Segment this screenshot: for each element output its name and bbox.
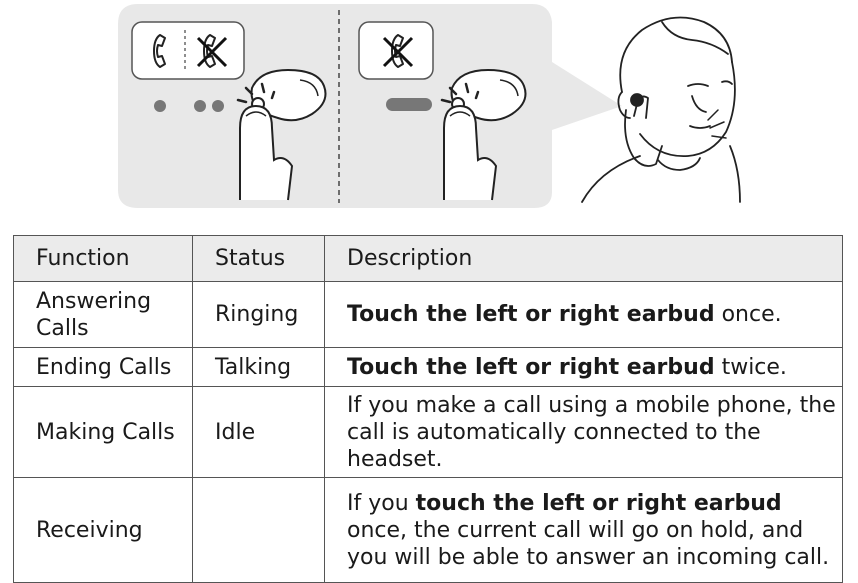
description-text: once, the current call will go on hold, … <box>347 517 830 570</box>
answer-call-icons <box>131 21 245 80</box>
status-cell: Idle <box>192 386 325 478</box>
status-cell: Ringing <box>192 281 325 348</box>
description-cell: Touch the left or right earbud twice. <box>324 347 843 387</box>
header-function: Function <box>13 235 193 282</box>
call-function-table: Function Status Description Answering Ca… <box>13 235 843 583</box>
table-row: Answering Calls Ringing Touch the left o… <box>13 281 843 348</box>
description-bold: Touch the left or right earbud <box>347 354 715 380</box>
description-text: twice. <box>714 354 787 380</box>
description-bold: Touch the left or right earbud <box>347 302 715 327</box>
table-row: Making Calls Idle If you make a call usi… <box>13 386 843 478</box>
table-row: Receiving If you touch the left or right… <box>13 477 843 583</box>
header-status: Status <box>192 235 325 282</box>
function-cell: Answering Calls <box>13 281 193 348</box>
function-cell: Ending Calls <box>13 347 193 387</box>
header-description: Description <box>324 235 843 282</box>
description-text: once. <box>714 302 782 327</box>
status-cell <box>192 477 325 583</box>
end-call-icons <box>358 21 434 80</box>
table-row: Ending Calls Talking Touch the left or r… <box>13 347 843 387</box>
description-cell: Touch the left or right earbud once. <box>324 281 843 348</box>
touch-gesture-illustration <box>118 4 741 208</box>
long-press-indicator <box>386 98 432 111</box>
description-cell: If you touch the left or right earbud on… <box>324 477 843 583</box>
function-cell: Making Calls <box>13 386 193 478</box>
function-cell: Receiving <box>13 477 193 583</box>
table-header-row: Function Status Description <box>13 235 843 282</box>
description-cell: If you make a call using a mobile phone,… <box>324 386 843 478</box>
status-cell: Talking <box>192 347 325 387</box>
description-bold: touch the left or right earbud <box>415 490 782 516</box>
description-text: If you <box>347 490 416 516</box>
